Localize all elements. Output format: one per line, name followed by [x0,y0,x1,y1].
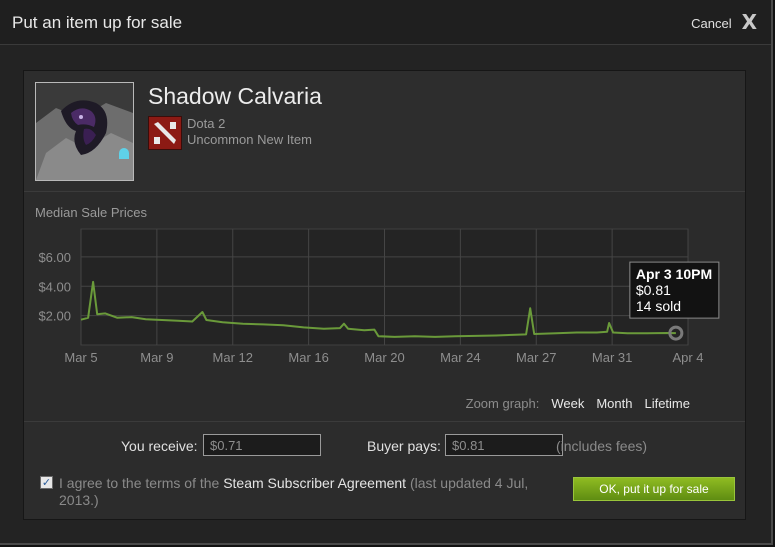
agreement-text: I agree to the terms of the Steam Subscr… [59,475,559,509]
tooltip-price: $0.81 [636,282,671,298]
zoom-month-link[interactable]: Month [596,396,632,411]
item-type: Uncommon New Item [187,132,312,147]
dota-2-icon [148,116,182,150]
zoom-lifetime-link[interactable]: Lifetime [644,396,690,411]
dialog-title: Put an item up for sale [12,13,183,32]
tooltip-date: Apr 3 10PM [636,266,712,282]
tooltip-sold: 14 sold [636,298,681,314]
x-tick-label: Mar 5 [64,350,97,365]
buyer-pays-input[interactable] [445,434,563,456]
item-header: Shadow Calvaria Dota 2 Uncommon New Item [24,71,745,192]
agreement-text-before: I agree to the terms of the [59,475,220,491]
x-tick-label: Mar 16 [288,350,328,365]
price-row: You receive: Buyer pays: (includes fees) [24,422,745,470]
item-name: Shadow Calvaria [148,83,322,109]
price-history-chart: Median Sale Prices Mar 5 Mar 9 Mar 12 Mar 1… [24,192,745,422]
agree-checkbox[interactable]: ✓ [40,476,53,489]
x-tick-label: Mar 12 [213,350,253,365]
zoom-label: Zoom graph: [465,396,540,411]
sell-panel: Shadow Calvaria Dota 2 Uncommon New Item… [23,70,746,520]
y-tick-label: $2.00 [38,309,71,324]
item-image [35,82,134,181]
x-tick-label: Mar 9 [140,350,173,365]
close-icon[interactable]: X [742,10,757,34]
sell-dialog: Put an item up for sale Cancel X Shadow … [0,0,773,545]
x-tick-label: Apr 4 [672,350,703,365]
x-tick-label: Mar 31 [592,350,632,365]
put-up-for-sale-button[interactable]: OK, put it up for sale [573,477,735,501]
item-artwork-icon [36,83,133,180]
y-tick-label: $6.00 [38,250,71,265]
buyer-pays-label: Buyer pays: [367,438,441,454]
cancel-button[interactable]: Cancel X [691,10,757,34]
you-receive-label: You receive: [121,438,198,454]
includes-fees-note: (includes fees) [556,438,648,454]
x-tick-label: Mar 20 [364,350,404,365]
y-tick-label: $4.00 [38,279,71,294]
subscriber-agreement-link[interactable]: Steam Subscriber Agreement [223,475,406,491]
price-chart-svg[interactable]: Mar 5 Mar 9 Mar 12 Mar 16 Mar 20 Mar 24 Mar 27… [24,192,745,421]
x-tick-label: Mar 24 [440,350,480,365]
zoom-week-link[interactable]: Week [551,396,584,411]
dialog-titlebar: Put an item up for sale Cancel X [0,0,771,45]
game-name: Dota 2 [187,116,226,131]
x-tick-label: Mar 27 [516,350,556,365]
zoom-controls: Zoom graph: Week Month Lifetime [466,396,690,411]
you-receive-input[interactable] [203,434,321,456]
cancel-label[interactable]: Cancel [691,16,731,31]
